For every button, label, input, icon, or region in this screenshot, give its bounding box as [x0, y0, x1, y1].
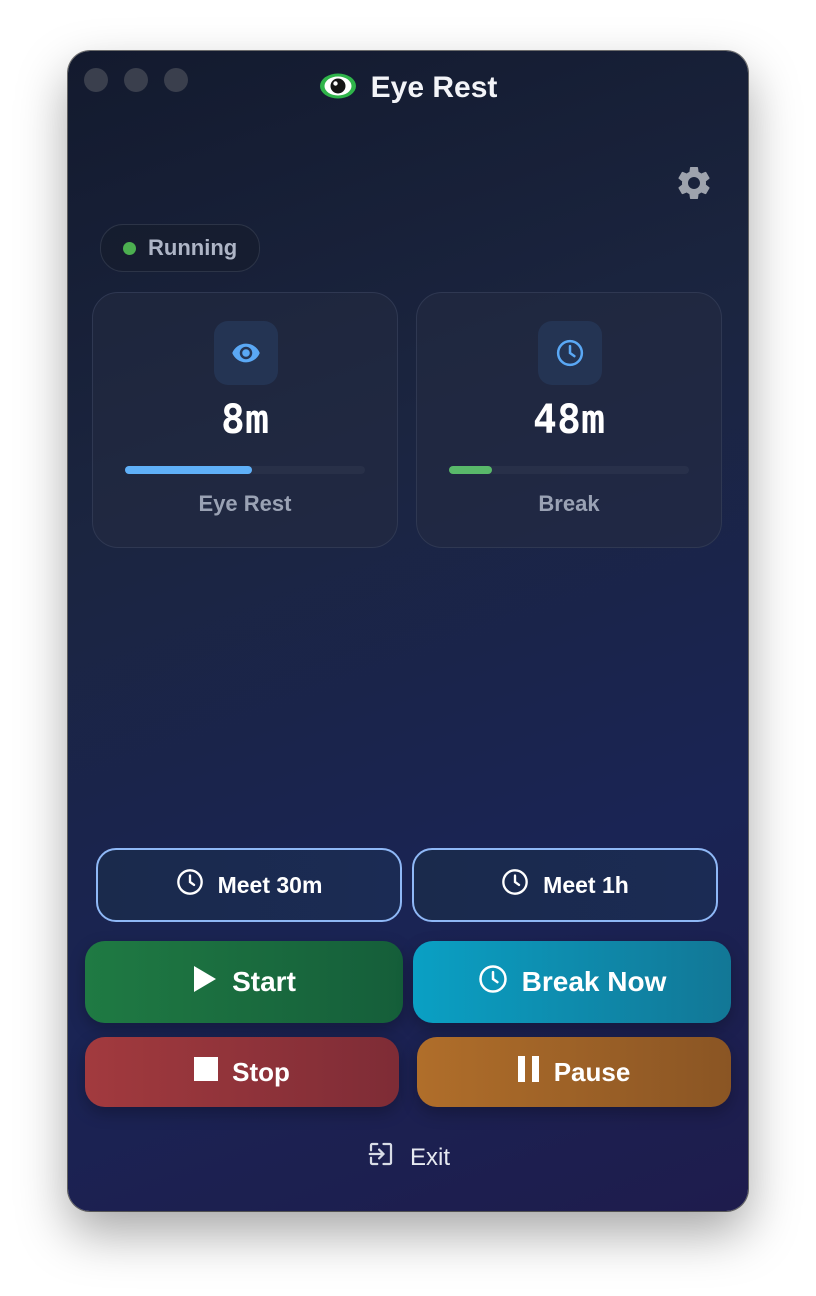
play-icon: [192, 965, 218, 1000]
pause-label: Pause: [553, 1056, 631, 1087]
start-label: Start: [232, 966, 296, 997]
meet-30m-label: Meet 30m: [217, 871, 323, 898]
gear-icon[interactable]: [674, 163, 714, 203]
eye-rest-timer-card: 8m Eye Rest: [92, 292, 398, 548]
stop-icon: [194, 1056, 219, 1088]
eye-logo-icon: [319, 72, 357, 105]
title-bar: Eye Rest: [68, 71, 748, 105]
exit-icon: [366, 1139, 396, 1176]
break-progress-fill: [449, 466, 493, 474]
eye-rest-progress-fill: [125, 466, 253, 474]
break-progress-bar: [449, 466, 689, 474]
break-time-remaining: 48m: [532, 397, 606, 443]
app-window: Eye Rest Running 8m Eye Rest 48m Break M…: [68, 51, 748, 1211]
break-now-button[interactable]: Break Now: [413, 941, 731, 1023]
eye-rest-time-remaining: 8m: [220, 397, 270, 443]
stop-button[interactable]: Stop: [85, 1037, 399, 1107]
clock-icon: [478, 964, 508, 1001]
start-button[interactable]: Start: [85, 941, 403, 1023]
meet-1h-button[interactable]: Meet 1h: [412, 848, 718, 922]
clock-icon: [176, 868, 204, 902]
clock-icon: [501, 868, 529, 902]
stop-label: Stop: [232, 1056, 290, 1087]
pause-icon: [517, 1055, 540, 1089]
status-label: Running: [148, 235, 238, 260]
status-indicator-dot: [123, 241, 136, 255]
break-label: Break: [538, 491, 600, 516]
meet-1h-label: Meet 1h: [543, 871, 629, 898]
exit-button[interactable]: Exit: [68, 1139, 748, 1176]
break-timer-card: 48m Break: [416, 292, 722, 548]
meet-30m-button[interactable]: Meet 30m: [96, 848, 402, 922]
eye-rest-label: Eye Rest: [198, 491, 292, 516]
eye-icon: [214, 321, 278, 385]
status-badge: Running: [100, 224, 261, 272]
break-now-label: Break Now: [521, 966, 667, 997]
app-title: Eye Rest: [370, 71, 498, 104]
eye-rest-progress-bar: [125, 466, 365, 474]
pause-button[interactable]: Pause: [417, 1037, 731, 1107]
clock-icon: [538, 321, 602, 385]
exit-label: Exit: [409, 1143, 450, 1171]
